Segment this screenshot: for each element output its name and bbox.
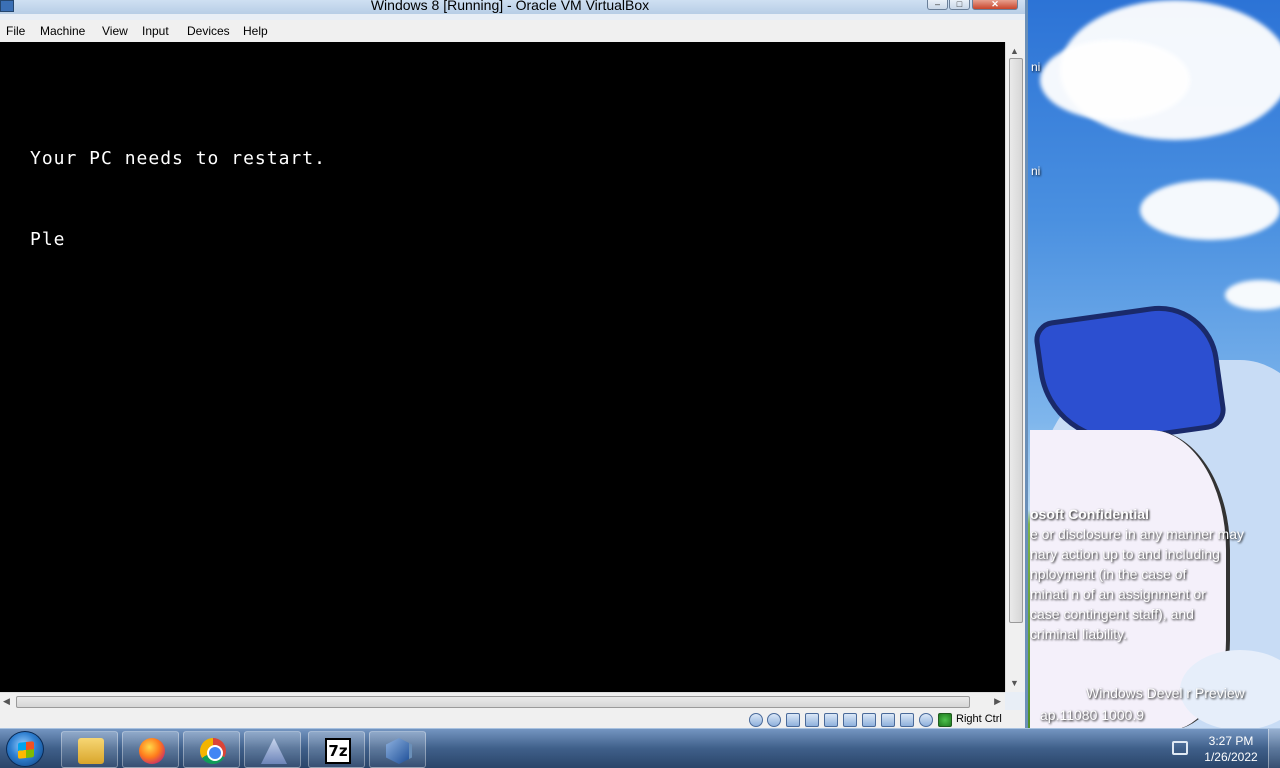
watermark-line: minati n of an assignment or — [1030, 586, 1206, 602]
desktop-edge-label: ni — [1031, 164, 1041, 178]
confidential-watermark: osoft Confidential e or disclosure in an… — [1030, 504, 1280, 644]
menu-input[interactable]: Input — [142, 24, 169, 38]
vertical-scrollbar[interactable]: ▲ ▼ — [1005, 42, 1025, 692]
watermark-line: nployment (in the case of — [1030, 566, 1187, 582]
clock-date: 1/26/2022 — [1204, 750, 1258, 764]
watermark-title: osoft Confidential — [1030, 506, 1149, 522]
window-titlebar[interactable]: Windows 8 [Running] - Oracle VM VirtualB… — [0, 0, 1025, 14]
minimize-button[interactable]: – — [927, 0, 948, 10]
vertical-scroll-thumb[interactable] — [1009, 58, 1023, 623]
scroll-left-icon[interactable]: ◀ — [3, 696, 10, 707]
menu-bar: File Machine View Input Devices Help — [0, 20, 1025, 42]
network-icon[interactable] — [805, 713, 819, 727]
folder-icon — [78, 738, 104, 764]
audio-icon[interactable] — [786, 713, 800, 727]
vm-icon[interactable] — [900, 713, 914, 727]
show-desktop-button[interactable] — [1268, 729, 1280, 768]
mouse-integration-icon[interactable] — [919, 713, 933, 727]
watermark-build-name: Windows Devel r Preview — [1086, 685, 1245, 701]
taskbar-app-alpha[interactable] — [244, 731, 301, 768]
menu-machine[interactable]: Machine — [40, 24, 85, 38]
taskbar-app-7zip[interactable]: 7z — [308, 731, 365, 768]
clock-time: 3:27 PM — [1208, 734, 1254, 748]
horizontal-scrollbar[interactable]: ◀ ▶ — [0, 692, 1005, 710]
usb-icon[interactable] — [824, 713, 838, 727]
optical-drive-icon[interactable] — [767, 713, 781, 727]
chrome-icon — [200, 738, 226, 764]
close-button[interactable]: ✕ — [972, 0, 1018, 10]
vm-screen-line: Your PC needs to restart. — [30, 148, 326, 169]
desktop-edge-label: ni — [1031, 60, 1041, 74]
scroll-right-icon[interactable]: ▶ — [994, 696, 1001, 707]
virtualbox-icon — [386, 738, 412, 764]
firefox-icon — [139, 738, 165, 764]
system-clock[interactable]: 3:27 PM 1/26/2022 — [1196, 733, 1266, 765]
watermark-line: criminal liability. — [1030, 626, 1127, 642]
network-tray-icon[interactable] — [1172, 741, 1188, 755]
hard-disk-icon[interactable] — [749, 713, 763, 727]
window-title: Windows 8 [Running] - Oracle VM VirtualB… — [370, 0, 650, 13]
vm-screen-line: Ple — [30, 229, 66, 250]
taskbar: 7z 3:27 PM 1/26/2022 — [0, 728, 1280, 768]
keyboard-capture-icon[interactable] — [938, 713, 952, 727]
alpha-app-icon — [261, 738, 287, 764]
host-key-label[interactable]: Right Ctrl — [956, 713, 1002, 725]
vm-display[interactable]: Your PC needs to restart. Ple — [0, 42, 1005, 692]
watermark-line: e or disclosure in any manner may — [1030, 526, 1244, 542]
menu-file[interactable]: File — [6, 24, 25, 38]
watermark-line: case contingent staff), and — [1030, 606, 1194, 622]
scroll-up-icon[interactable]: ▲ — [1010, 46, 1019, 56]
start-button[interactable] — [6, 731, 44, 767]
watermark-line: nary action up to and including — [1030, 546, 1220, 562]
horizontal-scroll-thumb[interactable] — [16, 696, 970, 708]
windows-logo-icon — [18, 741, 34, 759]
menu-devices[interactable]: Devices — [187, 24, 230, 38]
vm-screen-text: Your PC needs to restart. Ple — [30, 91, 326, 307]
shared-folders-icon[interactable] — [843, 713, 857, 727]
status-bar: Right Ctrl — [0, 710, 1025, 728]
maximize-button[interactable]: □ — [949, 0, 970, 10]
display-icon[interactable] — [862, 713, 876, 727]
watermark-build-number: ap.11080 1000.9 — [1040, 707, 1145, 723]
taskbar-app-explorer[interactable] — [61, 731, 118, 768]
7zip-icon: 7z — [325, 738, 351, 764]
taskbar-app-firefox[interactable] — [122, 731, 179, 768]
taskbar-app-chrome[interactable] — [183, 731, 240, 768]
scroll-down-icon[interactable]: ▼ — [1010, 678, 1019, 688]
virtualbox-window: Windows 8 [Running] - Oracle VM VirtualB… — [0, 0, 1028, 728]
menu-help[interactable]: Help — [243, 24, 268, 38]
taskbar-app-virtualbox[interactable] — [369, 731, 426, 768]
menu-view[interactable]: View — [102, 24, 128, 38]
video-capture-icon[interactable] — [881, 713, 895, 727]
